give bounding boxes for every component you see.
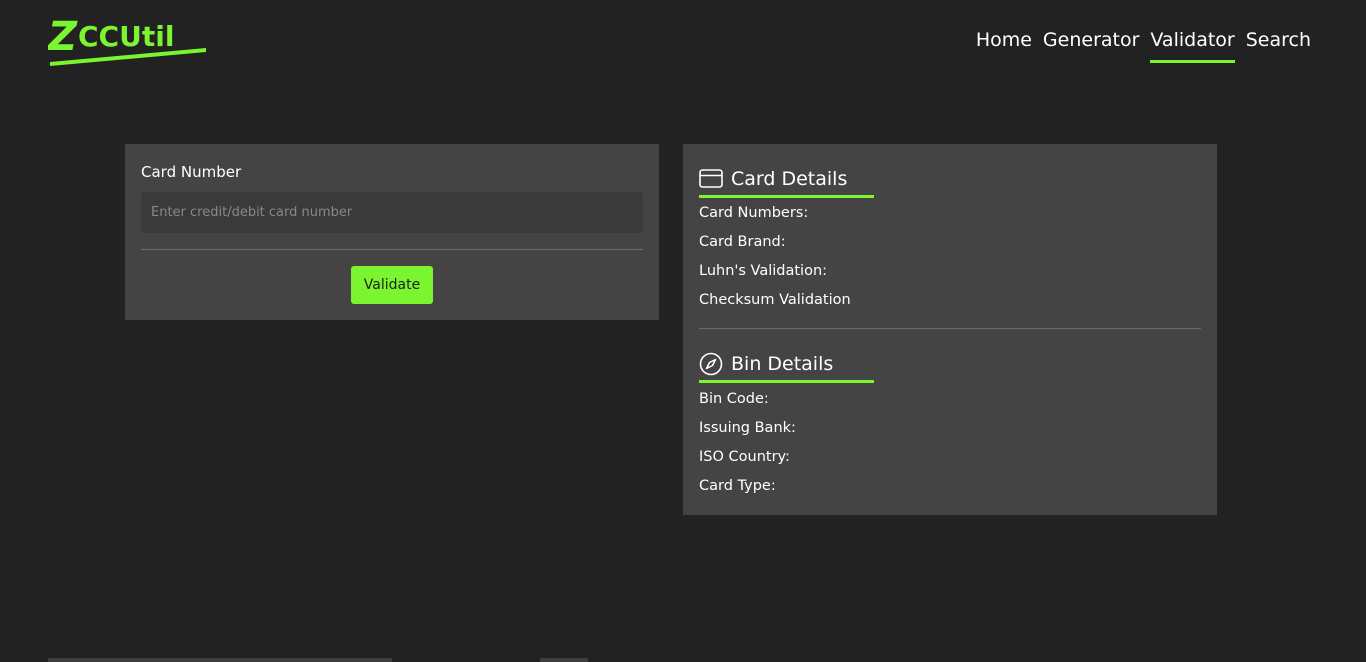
- svg-text:Z: Z: [48, 14, 78, 60]
- nav-validator[interactable]: Validator: [1150, 26, 1235, 63]
- validator-form-panel: Card Number Validate: [125, 144, 659, 320]
- card-brand-label: Card Brand:: [699, 234, 786, 250]
- checksum-validation-label: Checksum Validation: [699, 292, 851, 308]
- card-details-heading: Card Details: [699, 162, 874, 198]
- zccutil-logo[interactable]: Z CCUtil: [48, 12, 208, 66]
- bin-details-title: Bin Details: [731, 352, 834, 375]
- credit-card-icon: [699, 169, 723, 188]
- issuing-bank-label: Issuing Bank:: [699, 420, 796, 436]
- validator-page: Z CCUtil Home Generator Validator Search…: [0, 0, 1366, 662]
- nav-search[interactable]: Search: [1246, 26, 1311, 63]
- card-number-label: Card Number: [141, 163, 242, 181]
- bin-code-label: Bin Code:: [699, 391, 769, 407]
- details-divider: [699, 328, 1201, 329]
- card-type-label: Card Type:: [699, 478, 776, 494]
- bin-details-heading: Bin Details: [699, 347, 874, 383]
- card-number-input[interactable]: [141, 192, 643, 233]
- luhn-validation-label: Luhn's Validation:: [699, 263, 828, 279]
- details-panel: Card Details Card Numbers: Card Brand: L…: [683, 144, 1217, 515]
- card-numbers-label: Card Numbers:: [699, 205, 809, 221]
- horizontal-scrollbar-track[interactable]: [48, 658, 392, 662]
- form-divider: [141, 249, 643, 250]
- svg-text:CCUtil: CCUtil: [78, 20, 174, 53]
- validate-button[interactable]: Validate: [351, 266, 433, 304]
- main-nav: Home Generator Validator Search: [965, 26, 1311, 63]
- iso-country-label: ISO Country:: [699, 449, 790, 465]
- nav-home[interactable]: Home: [976, 26, 1032, 63]
- nav-generator[interactable]: Generator: [1043, 26, 1139, 63]
- horizontal-scrollbar-thumb[interactable]: [540, 658, 588, 662]
- compass-icon: [699, 352, 723, 375]
- card-details-title: Card Details: [731, 167, 848, 190]
